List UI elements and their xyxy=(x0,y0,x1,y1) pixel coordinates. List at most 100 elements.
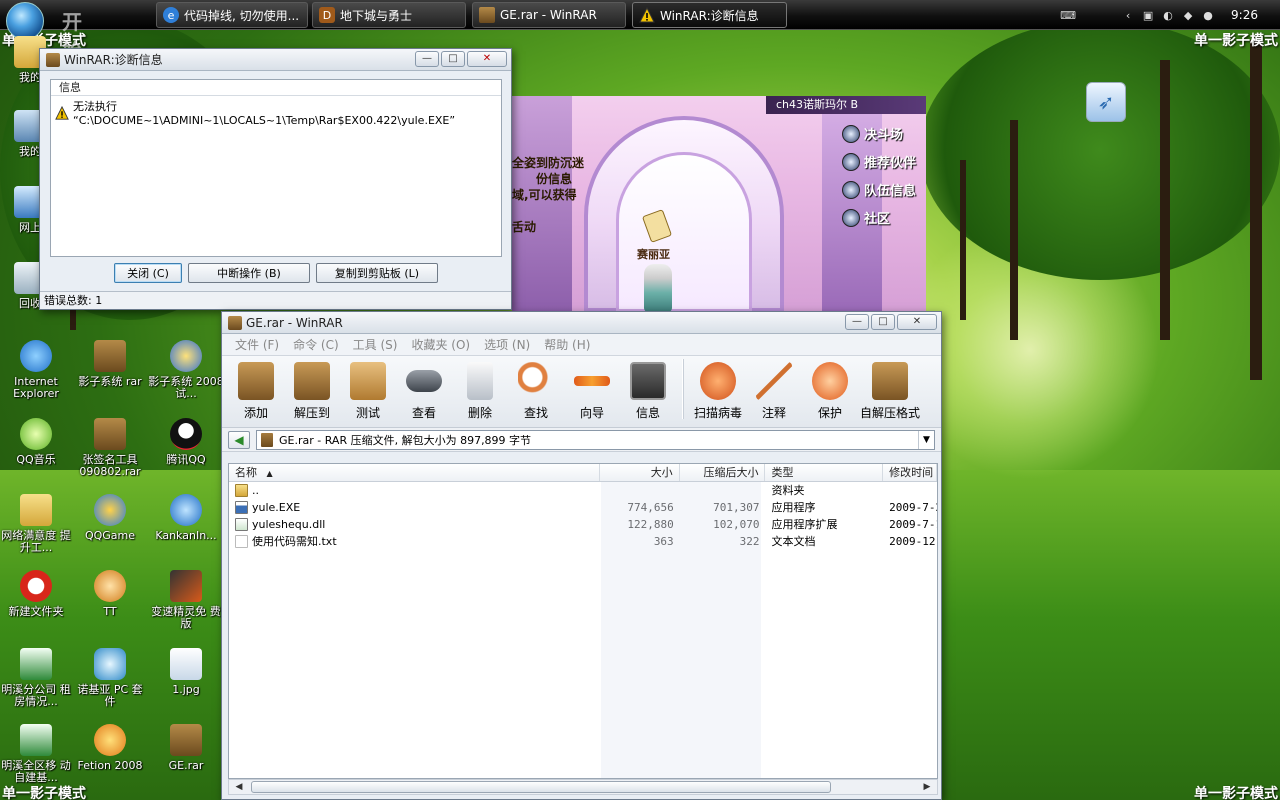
tool-virus-scan-button[interactable]: 扫描病毒 xyxy=(690,362,746,421)
menu-tools[interactable]: 工具 (S) xyxy=(346,336,405,353)
chevron-down-icon[interactable]: ▼ xyxy=(918,430,934,449)
archive-icon xyxy=(261,432,273,447)
clock[interactable]: 9:26 xyxy=(1231,8,1258,22)
column-name[interactable]: 名称 ▲ xyxy=(229,464,600,481)
tool-info-button[interactable]: 信息 xyxy=(620,362,676,421)
desktop-icon-excel-rent[interactable]: 明溪分公司 租房情况... xyxy=(0,648,74,708)
scrollbar-thumb[interactable] xyxy=(251,781,831,793)
desktop-icon-excel-base[interactable]: 明溪全区移 动自建基... xyxy=(0,724,74,784)
game-menu-recommend[interactable]: 推荐伙伴 xyxy=(842,152,916,171)
tool-test-button[interactable]: 测试 xyxy=(340,362,396,421)
desktop-icon-jpg[interactable]: 1.jpg xyxy=(148,648,224,696)
column-modified[interactable]: 修改时间 xyxy=(883,464,937,481)
up-folder-button[interactable]: ◀ xyxy=(228,430,250,449)
desktop-icon-ie[interactable]: Internet Explorer xyxy=(0,340,74,400)
diag-list-header[interactable]: 信息 xyxy=(51,80,501,96)
table-row[interactable]: .. 资料夹 xyxy=(229,482,937,499)
table-row[interactable]: 使用代码需知.txt 363 322 文本文档 2009-12-1 xyxy=(229,533,937,550)
wallpaper-foliage xyxy=(920,20,1280,280)
horizontal-scrollbar[interactable]: ◀ ▶ xyxy=(228,779,938,795)
winrar-toolbar: 添加 解压到 测试 查看 删除 查找 向导 信息 扫描病毒 注释 保护 自解压格… xyxy=(222,356,941,428)
desktop-icon-qqgame[interactable]: QQGame xyxy=(72,494,148,542)
column-packed[interactable]: 压缩后大小 xyxy=(680,464,766,481)
network-icon[interactable]: ▣ xyxy=(1141,8,1155,22)
file-list[interactable]: 名称 ▲ 大小 压缩后大小 类型 修改时间 .. 资料夹 yule.EXE 77… xyxy=(228,463,938,779)
folder-up-icon xyxy=(235,484,248,497)
game-left-pillar xyxy=(512,96,572,312)
close-button[interactable]: ✕ xyxy=(467,51,507,67)
list-item[interactable]: 无法执行 “C:\DOCUME~1\ADMINI~1\LOCALS~1\Temp… xyxy=(51,96,501,129)
table-row[interactable]: yuleshequ.dll 122,880 102,070 应用程序扩展 200… xyxy=(229,516,937,533)
tool-extract-button[interactable]: 解压到 xyxy=(284,362,340,421)
qq-game-icon xyxy=(94,494,126,526)
diag-copy-button[interactable]: 复制到剪贴板 (L) xyxy=(316,263,438,283)
tool-comment-button[interactable]: 注释 xyxy=(746,362,802,421)
desktop-icon-qq[interactable]: 腾讯QQ xyxy=(148,418,224,466)
desktop-icon-shadow-system[interactable]: 影子系统 2008试... xyxy=(148,340,224,400)
game-menu-community[interactable]: 社区 xyxy=(842,208,890,227)
menu-favorites[interactable]: 收藏夹 (O) xyxy=(404,336,477,353)
desktop-icon-qqmusic[interactable]: QQ音乐 xyxy=(0,418,74,466)
tool-add-button[interactable]: 添加 xyxy=(228,362,284,421)
desktop-icon-shadow-rar[interactable]: 影子系统 rar xyxy=(72,340,148,388)
game-menu-duel[interactable]: 决斗场 xyxy=(842,124,903,143)
toolbar-separator xyxy=(682,358,684,419)
close-button[interactable]: ✕ xyxy=(897,314,937,330)
taskbar-button-winrar[interactable]: GE.rar - WinRAR xyxy=(472,2,626,28)
chevron-left-icon[interactable]: ‹ xyxy=(1121,8,1135,22)
scroll-left-icon[interactable]: ◀ xyxy=(231,780,247,794)
desktop-icon-network-tool[interactable]: 网络满意度 提升工... xyxy=(0,494,74,554)
game-notice-line: 份信息 xyxy=(536,172,573,186)
scroll-right-icon[interactable]: ▶ xyxy=(919,780,935,794)
desktop-icon-speed-tool[interactable]: 变速精灵免 费版 xyxy=(148,570,224,630)
taskbar-button-ie[interactable]: e 代码掉线, 切勿使用... xyxy=(156,2,308,28)
game-menu-party[interactable]: 队伍信息 xyxy=(842,180,916,199)
column-type[interactable]: 类型 xyxy=(765,464,884,481)
volume-icon[interactable]: ◐ xyxy=(1161,8,1175,22)
rar-archive-icon xyxy=(94,418,126,450)
desktop-icon-ge-rar[interactable]: GE.rar xyxy=(148,724,224,772)
desktop-icon-nokia[interactable]: 诺基亚 PC 套件 xyxy=(72,648,148,708)
desktop-icon-sign-tool[interactable]: 张签名工具 090802.rar xyxy=(72,418,148,478)
table-row[interactable]: yule.EXE 774,656 701,307 应用程序 2009-7-22 xyxy=(229,499,937,516)
start-button[interactable]: 开始 xyxy=(2,0,82,63)
desktop-icon-fetion[interactable]: Fetion 2008 xyxy=(72,724,148,772)
menu-commands[interactable]: 命令 (C) xyxy=(286,336,346,353)
diag-break-button[interactable]: 中断操作 (B) xyxy=(188,263,310,283)
minimize-button[interactable]: — xyxy=(415,51,439,67)
diag-window: WinRAR:诊断信息 — □ ✕ 信息 无法执行 “C:\DOCUME~1\A… xyxy=(39,48,512,310)
menu-file[interactable]: 文件 (F) xyxy=(228,336,286,353)
tool-protect-button[interactable]: 保护 xyxy=(802,362,858,421)
tool-view-button[interactable]: 查看 xyxy=(396,362,452,421)
taskbar-button-diag[interactable]: WinRAR:诊断信息 xyxy=(632,2,787,28)
keyboard-icon[interactable]: ⌨ xyxy=(1060,8,1076,22)
qq-tray-icon[interactable]: ● xyxy=(1201,8,1215,22)
view-glasses-icon xyxy=(406,370,442,392)
menu-help[interactable]: 帮助 (H) xyxy=(537,336,597,353)
text-file-icon xyxy=(235,535,248,548)
no-entry-icon xyxy=(20,570,52,602)
diag-titlebar[interactable]: WinRAR:诊断信息 — □ ✕ xyxy=(40,49,511,71)
floating-app-icon[interactable]: ➶ xyxy=(1086,82,1126,122)
diag-close-button[interactable]: 关闭 (C) xyxy=(114,263,182,283)
address-field[interactable]: GE.rar - RAR 压缩文件, 解包大小为 897,899 字节 ▼ xyxy=(256,429,935,450)
menu-options[interactable]: 选项 (N) xyxy=(477,336,537,353)
tool-sfx-button[interactable]: 自解压格式 xyxy=(858,362,922,421)
minimize-button[interactable]: — xyxy=(845,314,869,330)
diag-message-list[interactable]: 信息 无法执行 “C:\DOCUME~1\ADMINI~1\LOCALS~1\T… xyxy=(50,79,502,257)
tool-find-button[interactable]: 查找 xyxy=(508,362,564,421)
winrar-titlebar[interactable]: GE.rar - WinRAR — □ ✕ xyxy=(222,312,941,334)
maximize-button[interactable]: □ xyxy=(441,51,465,67)
tool-wizard-button[interactable]: 向导 xyxy=(564,362,620,421)
desktop-icon-kankan[interactable]: KankanIn... xyxy=(148,494,224,542)
taskbar-button-game[interactable]: D 地下城与勇士 xyxy=(312,2,466,28)
game-window[interactable]: ch43诺斯玛尔 B 决斗场 推荐伙伴 队伍信息 社区 全姿到防沉迷 份信息 域… xyxy=(512,96,926,312)
ie-icon xyxy=(20,340,52,372)
maximize-button[interactable]: □ xyxy=(871,314,895,330)
column-size[interactable]: 大小 xyxy=(600,464,680,481)
security-icon[interactable]: ◆ xyxy=(1181,8,1195,22)
desktop-icon-new-folder[interactable]: 新建文件夹 xyxy=(0,570,74,618)
wizard-icon xyxy=(574,376,610,386)
tool-delete-button[interactable]: 删除 xyxy=(452,362,508,421)
desktop-icon-tt[interactable]: TT xyxy=(72,570,148,618)
